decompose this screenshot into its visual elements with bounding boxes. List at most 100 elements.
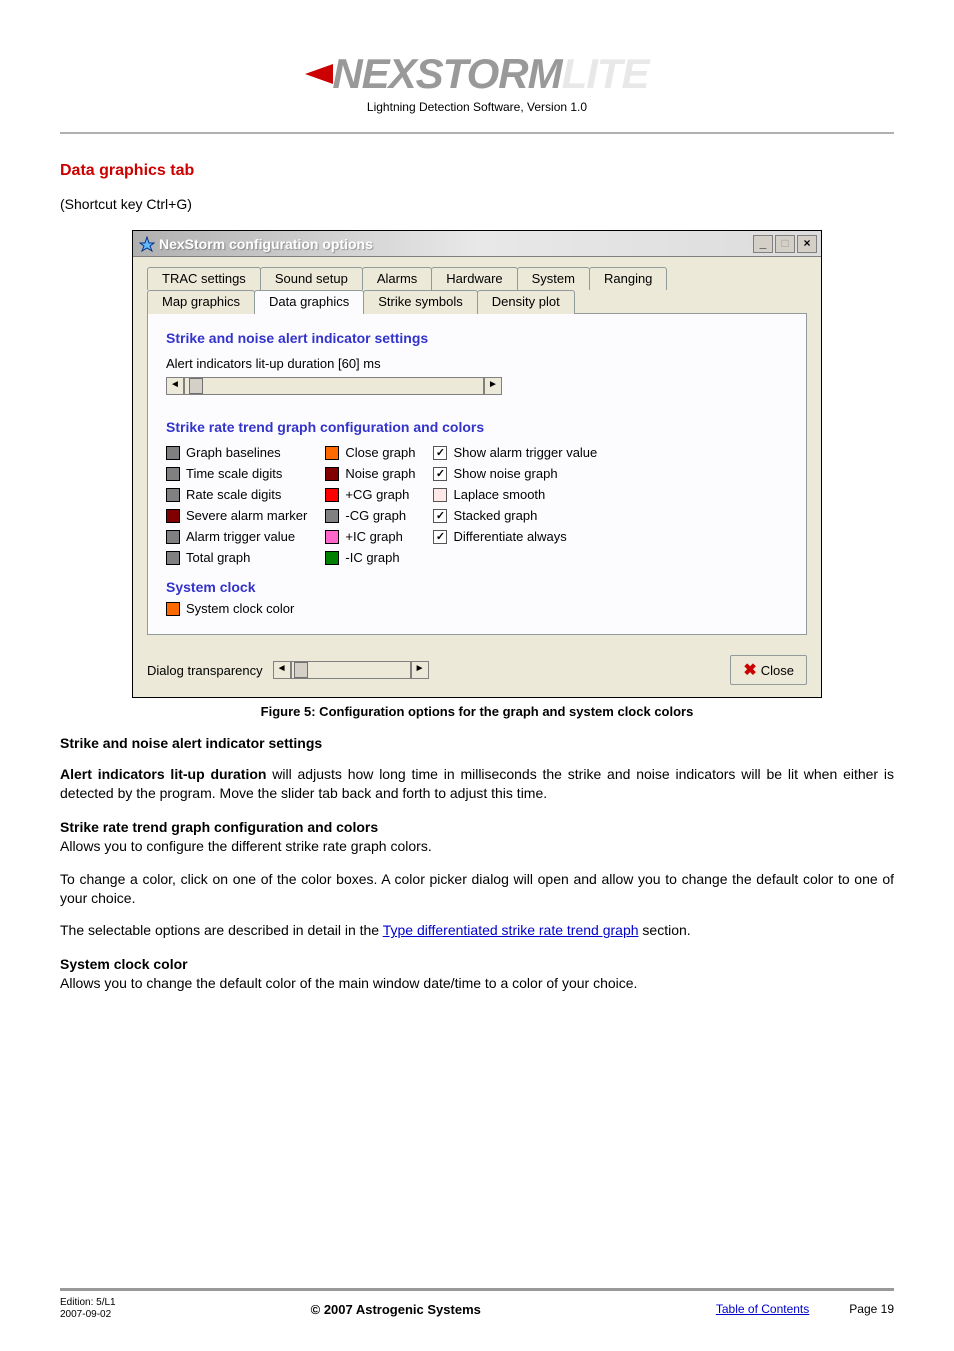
transparency-left-icon[interactable]: ◄ xyxy=(273,661,291,679)
color2-label-0: Close graph xyxy=(345,445,415,460)
color2-swatch-3[interactable] xyxy=(325,509,339,523)
color2-item-1[interactable]: Noise graph xyxy=(325,466,415,481)
color2-label-5: -IC graph xyxy=(345,550,399,565)
checkbox-item-2[interactable]: Laplace smooth xyxy=(433,487,597,502)
link-trend-graph[interactable]: Type differentiated strike rate trend gr… xyxy=(383,922,639,938)
checkbox-3[interactable]: ✓ xyxy=(433,509,447,523)
tab-map-graphics[interactable]: Map graphics xyxy=(147,290,255,314)
color1-swatch-2[interactable] xyxy=(166,488,180,502)
tab-data-graphics[interactable]: Data graphics xyxy=(254,290,364,314)
checkbox-0[interactable]: ✓ xyxy=(433,446,447,460)
system-clock-title: System clock xyxy=(166,579,788,595)
logo-arrow-icon xyxy=(305,64,333,84)
tab-strike-symbols[interactable]: Strike symbols xyxy=(363,290,478,314)
checkbox-1[interactable]: ✓ xyxy=(433,467,447,481)
color1-label-4: Alarm trigger value xyxy=(186,529,295,544)
close-x-icon: ✖ xyxy=(743,660,756,680)
color1-label-3: Severe alarm marker xyxy=(186,508,307,523)
color1-label-1: Time scale digits xyxy=(186,466,282,481)
tab-sound-setup[interactable]: Sound setup xyxy=(260,267,363,290)
tab-hardware[interactable]: Hardware xyxy=(431,267,517,290)
divider xyxy=(60,132,894,134)
color2-swatch-4[interactable] xyxy=(325,530,339,544)
color1-item-1[interactable]: Time scale digits xyxy=(166,466,307,481)
color1-label-5: Total graph xyxy=(186,550,250,565)
tab-system[interactable]: System xyxy=(517,267,590,290)
minimize-button[interactable]: _ xyxy=(753,235,773,253)
logo-text-dark: NEXSTORM xyxy=(332,50,561,97)
section-title: Data graphics tab xyxy=(60,162,894,180)
titlebar-text: NexStorm configuration options xyxy=(159,236,753,252)
color1-item-0[interactable]: Graph baselines xyxy=(166,445,307,460)
color2-item-5[interactable]: -IC graph xyxy=(325,550,415,565)
footer-copyright: © 2007 Astrogenic Systems xyxy=(116,1302,676,1317)
color2-label-2: +CG graph xyxy=(345,487,409,502)
color1-swatch-5[interactable] xyxy=(166,551,180,565)
color1-swatch-1[interactable] xyxy=(166,467,180,481)
body-p1: Alert indicators lit-up duration will ad… xyxy=(60,765,894,803)
checkbox-item-4[interactable]: ✓ Differentiate always xyxy=(433,529,597,544)
logo-subtitle: Lightning Detection Software, Version 1.… xyxy=(60,100,894,114)
close-window-button[interactable]: × xyxy=(797,235,817,253)
body-p5: Allows you to change the default color o… xyxy=(60,974,894,993)
logo-block: NEXSTORMLITE Lightning Detection Softwar… xyxy=(60,50,894,114)
slider-right-icon[interactable]: ► xyxy=(484,377,502,395)
color1-item-5[interactable]: Total graph xyxy=(166,550,307,565)
titlebar[interactable]: NexStorm configuration options _ □ × xyxy=(133,231,821,257)
system-clock-swatch[interactable] xyxy=(166,602,180,616)
tab-trac-settings[interactable]: TRAC settings xyxy=(147,267,261,290)
transparency-thumb[interactable] xyxy=(294,662,308,678)
color2-item-3[interactable]: -CG graph xyxy=(325,508,415,523)
checkbox-item-3[interactable]: ✓ Stacked graph xyxy=(433,508,597,523)
transparency-right-icon[interactable]: ► xyxy=(411,661,429,679)
color2-item-2[interactable]: +CG graph xyxy=(325,487,415,502)
checkbox-2[interactable] xyxy=(433,488,447,502)
slider-track[interactable] xyxy=(184,377,484,395)
color1-item-4[interactable]: Alarm trigger value xyxy=(166,529,307,544)
color1-item-2[interactable]: Rate scale digits xyxy=(166,487,307,502)
color2-swatch-1[interactable] xyxy=(325,467,339,481)
system-clock-color[interactable]: System clock color xyxy=(166,601,788,616)
footer-edition: Edition: 5/L1 2007-09-02 xyxy=(60,1297,116,1321)
body-p1-bold: Alert indicators lit-up duration xyxy=(60,766,266,782)
alert-duration-label: Alert indicators lit-up duration [60] ms xyxy=(166,356,788,371)
slider-thumb[interactable] xyxy=(189,378,203,394)
color1-label-2: Rate scale digits xyxy=(186,487,281,502)
close-button[interactable]: ✖ Close xyxy=(730,655,807,685)
transparency-track[interactable] xyxy=(291,661,411,679)
color2-item-0[interactable]: Close graph xyxy=(325,445,415,460)
transparency-slider[interactable]: ◄ ► xyxy=(273,661,429,679)
checkbox-label-2: Laplace smooth xyxy=(453,487,545,502)
color2-swatch-5[interactable] xyxy=(325,551,339,565)
color1-swatch-3[interactable] xyxy=(166,509,180,523)
config-dialog: NexStorm configuration options _ □ × TRA… xyxy=(132,230,822,698)
body-p4b: section. xyxy=(639,922,691,938)
tab-density-plot[interactable]: Density plot xyxy=(477,290,575,314)
color1-label-0: Graph baselines xyxy=(186,445,281,460)
checkbox-4[interactable]: ✓ xyxy=(433,530,447,544)
slider-left-icon[interactable]: ◄ xyxy=(166,377,184,395)
color2-label-3: -CG graph xyxy=(345,508,406,523)
checkbox-item-1[interactable]: ✓Show noise graph xyxy=(433,466,597,481)
maximize-button: □ xyxy=(775,235,795,253)
color2-item-4[interactable]: +IC graph xyxy=(325,529,415,544)
body-h2: Strike rate trend graph configuration an… xyxy=(60,819,894,835)
alert-duration-slider[interactable]: ◄ ► xyxy=(166,377,788,395)
body-h3: System clock color xyxy=(60,956,894,972)
color1-swatch-4[interactable] xyxy=(166,530,180,544)
footer-rule xyxy=(60,1288,894,1291)
color1-swatch-0[interactable] xyxy=(166,446,180,460)
checkbox-label-3: Stacked graph xyxy=(453,508,537,523)
checkbox-item-0[interactable]: ✓Show alarm trigger value xyxy=(433,445,597,460)
color1-item-3[interactable]: Severe alarm marker xyxy=(166,508,307,523)
color2-label-1: Noise graph xyxy=(345,466,415,481)
color2-swatch-0[interactable] xyxy=(325,446,339,460)
group-graph-title: Strike rate trend graph configuration an… xyxy=(166,419,788,435)
checkbox-label-4: Differentiate always xyxy=(453,529,566,544)
color2-swatch-2[interactable] xyxy=(325,488,339,502)
tab-ranging[interactable]: Ranging xyxy=(589,267,667,290)
tab-alarms[interactable]: Alarms xyxy=(362,267,432,290)
group-alert-title: Strike and noise alert indicator setting… xyxy=(166,330,788,346)
footer-toc-link[interactable]: Table of Contents xyxy=(716,1302,809,1316)
app-icon xyxy=(139,236,155,252)
